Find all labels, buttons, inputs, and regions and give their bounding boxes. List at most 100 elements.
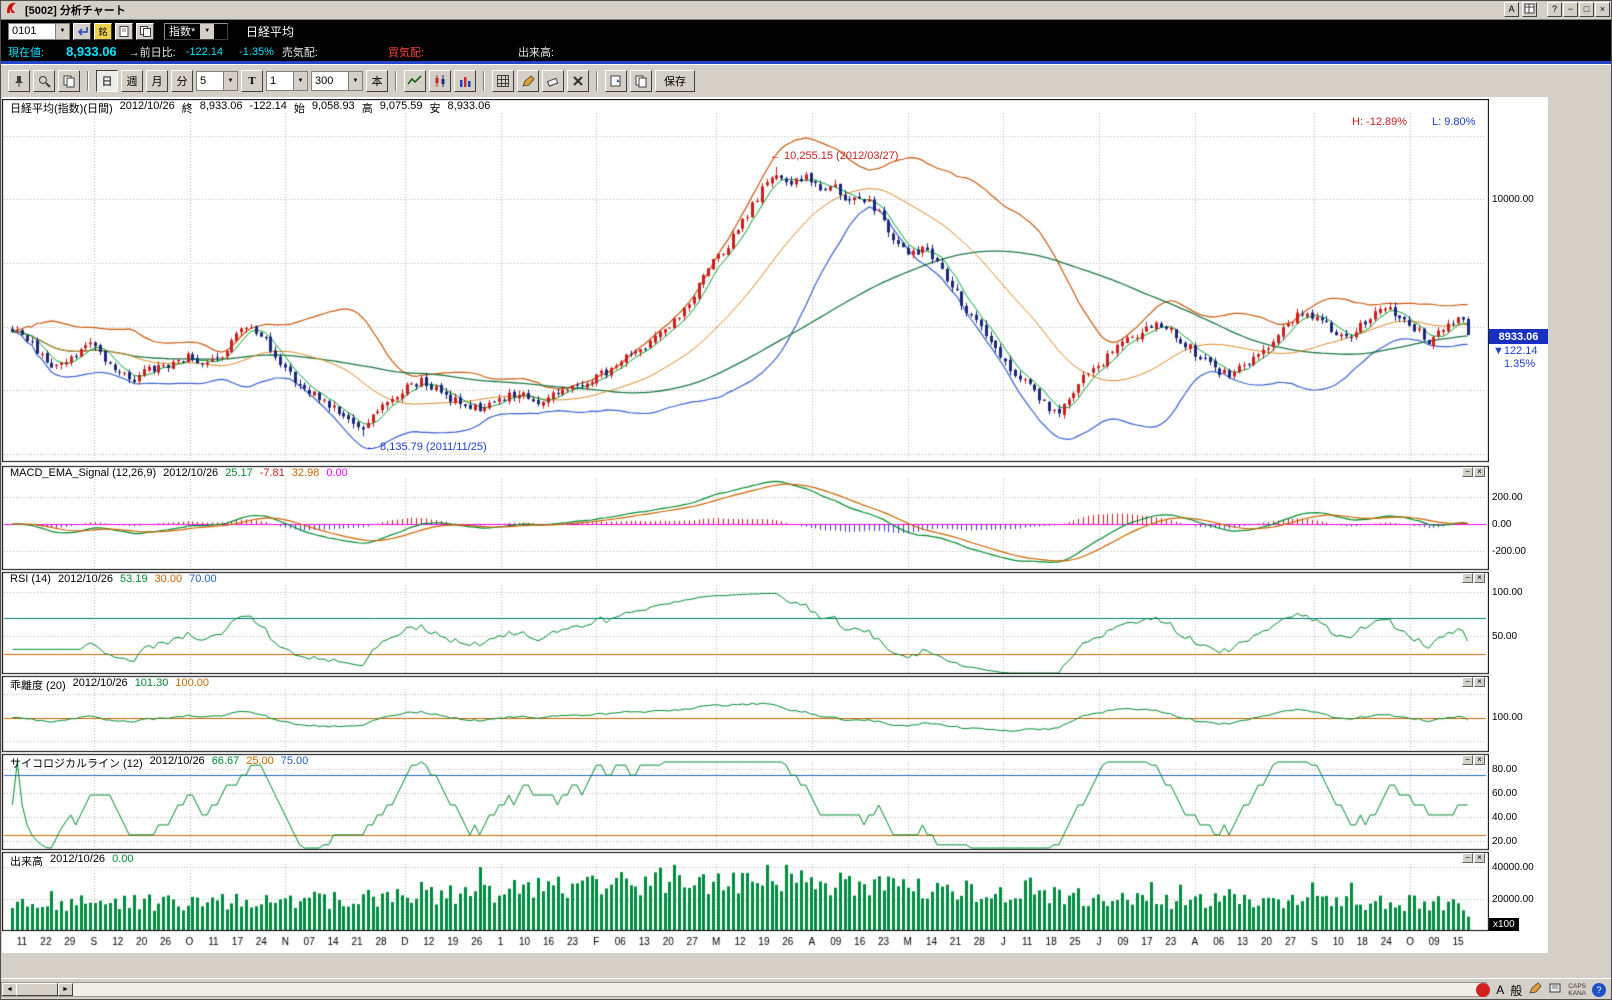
maximize-button[interactable]: □: [1579, 2, 1594, 17]
price-change-tag: ▼122.14: [1493, 345, 1538, 357]
toolbar-divider: [596, 71, 598, 91]
toolbar-divider: [87, 71, 89, 91]
hon-button[interactable]: 本: [366, 70, 388, 92]
volume-axis-label: 20000.00: [1492, 894, 1534, 905]
ime-conversion-mode[interactable]: 般: [1510, 982, 1522, 999]
bars-dropdown-arrow[interactable]: ▼: [348, 72, 362, 90]
symbol-input-combo[interactable]: ▼: [8, 23, 70, 40]
duplicate-page-icon[interactable]: [630, 70, 652, 92]
main-chart-header: 日経平均(指数)(日間) 2012/10/26 終 8,933.06 -122.…: [10, 100, 490, 116]
change-pct-value: -1.35%: [239, 46, 274, 58]
delete-x-icon[interactable]: [567, 70, 589, 92]
psych-axis-label: 40.00: [1492, 812, 1517, 823]
scrollbar-thumb[interactable]: [16, 983, 58, 996]
chart-canvas[interactable]: [2, 99, 1489, 952]
rsi-close-button[interactable]: ×: [1474, 573, 1485, 583]
current-price-tag: 8933.06: [1489, 329, 1548, 344]
bar-chart-icon[interactable]: [454, 70, 476, 92]
main-high-value: 9,075.59: [380, 100, 423, 116]
tick-button[interactable]: T: [241, 70, 263, 92]
index-select[interactable]: 指数* ▼: [164, 23, 228, 40]
zoom-icon[interactable]: [33, 70, 55, 92]
kairi-close-button[interactable]: ×: [1474, 677, 1485, 687]
high-annotation: ← 10,255.15 (2012/03/27): [770, 150, 898, 162]
ime-input-mode[interactable]: A: [1496, 983, 1504, 997]
count-dropdown-arrow[interactable]: ▼: [293, 72, 307, 90]
low-change-stat: L: 9.80%: [1432, 116, 1475, 128]
volume-label: 出来高:: [518, 44, 554, 60]
new-window-icon[interactable]: [605, 70, 627, 92]
ime-pen-icon[interactable]: [1528, 981, 1542, 1000]
period-month-button[interactable]: 月: [146, 70, 168, 92]
candlestick-chart-icon[interactable]: [429, 70, 451, 92]
marketspeed-tray-icon[interactable]: [1476, 983, 1490, 997]
index-dropdown-arrow[interactable]: ▼: [200, 24, 214, 39]
count-select[interactable]: 1 ▼: [266, 71, 308, 91]
ask-label: 売気配:: [282, 44, 318, 60]
grid-icon[interactable]: [492, 70, 514, 92]
symbol-enter-button[interactable]: [73, 23, 91, 40]
scroll-right-button[interactable]: ►: [58, 983, 73, 996]
app-logo-icon: [4, 0, 19, 20]
psych-axis-label: 20.00: [1492, 836, 1517, 847]
rsi-panel-header: RSI (14)2012/10/26 53.19 30.00 70.00: [10, 573, 217, 585]
toolbar-divider: [483, 71, 485, 91]
symbol-toolbar: ▼ 銘 指数* ▼ 日経平均: [0, 20, 1612, 42]
help-button[interactable]: ?: [1547, 2, 1562, 17]
volume-minimize-button[interactable]: −: [1462, 853, 1473, 863]
macd-minimize-button[interactable]: −: [1462, 467, 1473, 477]
psych-axis-label: 60.00: [1492, 788, 1517, 799]
period-day-button[interactable]: 日: [96, 70, 118, 92]
main-open-value: 9,058.93: [312, 100, 355, 116]
ime-tools-icon[interactable]: [1548, 981, 1562, 1000]
rsi-minimize-button[interactable]: −: [1462, 573, 1473, 583]
save-button[interactable]: 保存: [655, 70, 695, 92]
volume-axis-label: 40000.00: [1492, 862, 1534, 873]
line-chart-icon[interactable]: [404, 70, 426, 92]
copy-page-icon[interactable]: [136, 23, 154, 40]
minimize-button[interactable]: −: [1563, 2, 1578, 17]
minute-dropdown-arrow[interactable]: ▼: [223, 72, 237, 90]
window-title: [5002] 分析チャート: [25, 2, 126, 18]
macd-panel-header: MACD_EMA_Signal (12,26,9)2012/10/26 25.1…: [10, 467, 348, 479]
volume-panel-header: 出来高2012/10/26 0.00: [10, 853, 133, 869]
annotation-mode-button[interactable]: A: [1504, 2, 1519, 17]
eraser-icon[interactable]: [542, 70, 564, 92]
macd-close-button[interactable]: ×: [1474, 467, 1485, 477]
bars-count-select[interactable]: 300 ▼: [311, 71, 363, 91]
help-tray-icon[interactable]: ?: [1592, 983, 1606, 997]
period-week-button[interactable]: 週: [121, 70, 143, 92]
main-close-value: 8,933.06: [200, 100, 243, 116]
meigara-list-button[interactable]: 銘: [94, 23, 112, 40]
change-value: -122.14: [186, 46, 223, 58]
symbol-input[interactable]: [12, 25, 44, 37]
title-bar: [5002] 分析チャート A ? − □ ×: [0, 0, 1612, 20]
price-change-pct-tag: 1.35%: [1504, 358, 1535, 370]
window-grid-icon[interactable]: [1522, 2, 1537, 17]
quote-bar: 現在値: 8,933.06 →前日比: -122.14 -1.35% 売気配: …: [0, 42, 1612, 64]
psych-close-button[interactable]: ×: [1474, 755, 1485, 765]
edit-page-icon[interactable]: [115, 23, 133, 40]
rsi-axis-label: 50.00: [1492, 631, 1517, 642]
copy-chart-icon[interactable]: [58, 70, 80, 92]
psych-panel-header: サイコロジカルライン (12)2012/10/26 66.67 25.00 75…: [10, 755, 308, 771]
minute-interval-select[interactable]: 5 ▼: [196, 71, 238, 91]
horizontal-scrollbar[interactable]: ◄ ►: [1, 982, 1487, 997]
kairi-panel-header: 乖離度 (20)2012/10/26 101.30 100.00: [10, 677, 209, 693]
symbol-dropdown-arrow[interactable]: ▼: [55, 24, 69, 39]
pencil-icon[interactable]: [517, 70, 539, 92]
volume-close-button[interactable]: ×: [1474, 853, 1485, 863]
kairi-minimize-button[interactable]: −: [1462, 677, 1473, 687]
chart-toolbar: 日 週 月 分 5 ▼ T 1 ▼ 300 ▼ 本 保存: [0, 64, 1612, 97]
period-minute-button[interactable]: 分: [171, 70, 193, 92]
volume-unit-label: x100: [1489, 918, 1519, 931]
pin-icon[interactable]: [8, 70, 30, 92]
kairi-axis-label: 100.00: [1492, 712, 1523, 723]
close-button[interactable]: ×: [1595, 2, 1610, 17]
current-price-label: 現在値:: [8, 44, 44, 60]
macd-axis-label: 200.00: [1492, 492, 1523, 503]
low-annotation: ← 8,135.79 (2011/11/25): [366, 441, 487, 453]
scroll-left-button[interactable]: ◄: [2, 983, 17, 996]
change-label: →前日比:: [129, 44, 176, 60]
psych-minimize-button[interactable]: −: [1462, 755, 1473, 765]
